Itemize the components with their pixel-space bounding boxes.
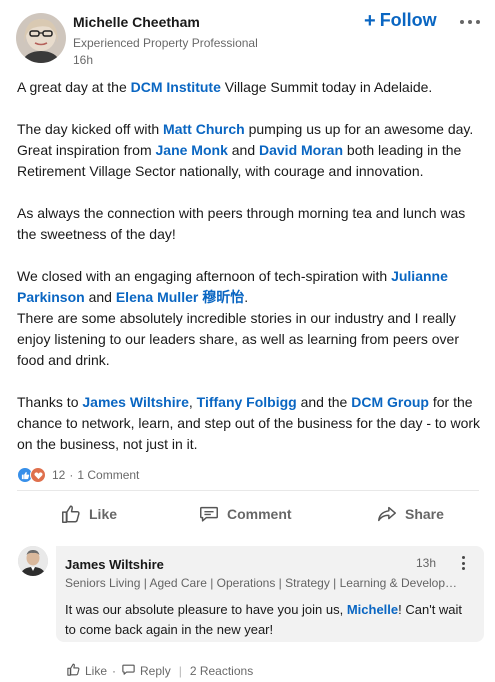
follow-button[interactable]: + Follow xyxy=(364,10,437,31)
mention-elena-muller[interactable]: Elena Muller 穆昕怡 xyxy=(116,289,244,305)
post-paragraph: Thanks to James Wiltshire, Tiffany Folbi… xyxy=(17,392,487,455)
divider xyxy=(17,490,479,491)
post-text: We closed with an engaging afternoon of … xyxy=(17,268,392,284)
dot-icon xyxy=(461,567,465,570)
reply-icon xyxy=(121,662,136,680)
dot-icon xyxy=(461,556,465,559)
author-name[interactable]: Michelle Cheetham xyxy=(73,14,200,30)
author-avatar[interactable] xyxy=(16,13,66,63)
post-text: . xyxy=(244,289,249,305)
post-text: , xyxy=(188,394,197,410)
plus-icon: + xyxy=(364,9,376,32)
comment-reactions-count[interactable]: 2 Reactions xyxy=(190,664,253,678)
post-text: and the xyxy=(296,394,352,410)
post-actions: Like Comment Share xyxy=(0,498,495,530)
post-text: Thanks to xyxy=(17,394,83,410)
post-paragraph: We closed with an engaging afternoon of … xyxy=(17,266,487,371)
commenter-headline: Seniors Living | Aged Care | Operations … xyxy=(65,576,465,590)
separator-dot: · xyxy=(69,468,74,482)
separator-bar: | xyxy=(178,664,182,678)
mention-tiffany-folbigg[interactable]: Tiffany Folbigg xyxy=(197,394,297,410)
comment-text-part: It was our absolute pleasure to have you… xyxy=(65,602,347,617)
post-text: and xyxy=(227,142,259,158)
reply-label: Reply xyxy=(140,664,171,678)
post-text: Village Summit today in Adelaide. xyxy=(220,79,433,95)
post-timestamp: 16h xyxy=(73,53,94,67)
post-text: and xyxy=(84,289,116,305)
separator-dot: · xyxy=(112,664,117,678)
comment-text: It was our absolute pleasure to have you… xyxy=(65,600,475,640)
comment-like-button[interactable]: Like xyxy=(66,662,107,680)
post-text: There are some absolutely incredible sto… xyxy=(17,310,460,368)
social-counts: 12 · 1 Comment xyxy=(17,465,139,485)
like-label: Like xyxy=(89,506,118,522)
mention-dcm-group[interactable]: DCM Group xyxy=(351,394,429,410)
comment-icon xyxy=(198,503,220,525)
post-paragraph: The day kicked off with Matt Church pump… xyxy=(17,119,487,182)
author-headline: Experienced Property Professional xyxy=(73,36,258,50)
more-options-button[interactable] xyxy=(456,12,484,32)
reply-button[interactable]: Reply xyxy=(121,662,171,680)
mention-jane-monk[interactable]: Jane Monk xyxy=(156,142,228,158)
post-paragraph: As always the connection with peers thro… xyxy=(17,203,487,245)
dot-icon xyxy=(468,20,472,24)
reaction-count[interactable]: 12 xyxy=(52,468,65,482)
post-text: As always the connection with peers thro… xyxy=(17,205,466,242)
post-text: A great day at the xyxy=(17,79,131,95)
mention-dcm-institute[interactable]: DCM Institute xyxy=(131,79,221,95)
commenter-avatar[interactable] xyxy=(18,546,48,576)
share-arrow-icon xyxy=(376,503,398,525)
share-label: Share xyxy=(405,506,444,522)
comment-actions: Like · Reply | 2 Reactions xyxy=(66,661,253,681)
like-button[interactable]: Like xyxy=(60,498,117,530)
post-body: A great day at the DCM Institute Village… xyxy=(17,77,487,476)
comment-bubble: James Wiltshire 13h Seniors Living | Age… xyxy=(56,546,484,642)
commenter-name[interactable]: James Wiltshire xyxy=(65,557,164,572)
reaction-icons[interactable] xyxy=(17,467,46,483)
comment-more-options-button[interactable] xyxy=(459,556,467,570)
comment-like-label: Like xyxy=(85,664,108,678)
post-paragraph: A great day at the DCM Institute Village… xyxy=(17,77,487,98)
thumbs-up-icon xyxy=(60,503,82,525)
comment-timestamp: 13h xyxy=(416,556,437,570)
dot-icon xyxy=(460,20,464,24)
mention-david-moran[interactable]: David Moran xyxy=(259,142,343,158)
comment-count[interactable]: 1 Comment xyxy=(77,468,139,482)
post-header: Michelle Cheetham Experienced Property P… xyxy=(0,0,495,72)
love-icon xyxy=(30,467,46,483)
follow-label: Follow xyxy=(379,10,437,30)
mention-matt-church[interactable]: Matt Church xyxy=(163,121,245,137)
dot-icon xyxy=(476,20,480,24)
post-text: The day kicked off with xyxy=(17,121,164,137)
mention-james-wiltshire[interactable]: James Wiltshire xyxy=(82,394,188,410)
mention-michelle[interactable]: Michelle xyxy=(347,602,398,617)
share-button[interactable]: Share xyxy=(376,498,444,530)
comment-label: Comment xyxy=(227,506,292,522)
thumbs-up-icon xyxy=(66,662,81,680)
comment-button[interactable]: Comment xyxy=(198,498,292,530)
dot-icon xyxy=(461,561,465,565)
